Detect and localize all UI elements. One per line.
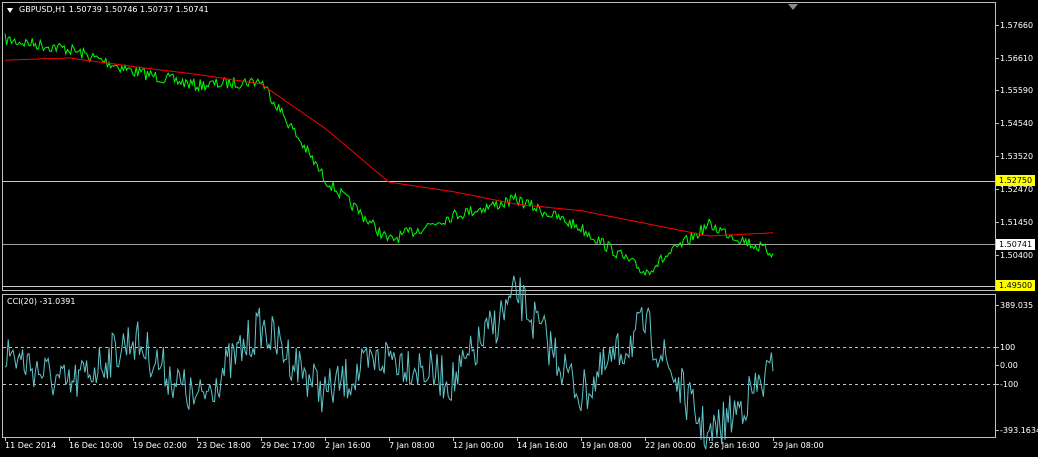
time-axis-label: 19 Dec 02:00 — [133, 441, 187, 450]
time-axis-label: 22 Jan 00:00 — [645, 441, 696, 450]
time-axis-label: 29 Jan 08:00 — [773, 441, 824, 450]
chart-menu-arrow-icon[interactable] — [7, 8, 13, 13]
price-axis-label: 1.57660 — [1000, 21, 1034, 30]
time-axis-label: 2 Jan 16:00 — [325, 441, 371, 450]
indicator-chart-area[interactable] — [2, 294, 996, 438]
price-axis-label: 1.55590 — [1000, 86, 1034, 95]
time-axis-label: 12 Jan 00:00 — [453, 441, 504, 450]
chart-window[interactable] — [0, 0, 1038, 457]
time-axis-label: 29 Dec 17:00 — [261, 441, 315, 450]
chart-title: GBPUSD,H1 1.50739 1.50746 1.50737 1.5074… — [19, 5, 209, 14]
time-axis-label: 19 Jan 08:00 — [581, 441, 632, 450]
price-axis-label: 1.54540 — [1000, 119, 1034, 128]
indicator-axis-label: -100 — [1000, 380, 1019, 389]
indicator-axis-label: 389.035 — [1000, 301, 1034, 310]
time-axis-label: 7 Jan 08:00 — [389, 441, 435, 450]
indicator-axis-label: 0.00 — [1000, 361, 1018, 370]
indicator-axis-label: -393.1634 — [1000, 426, 1038, 435]
chart-shift-marker-icon[interactable] — [788, 4, 798, 10]
price-axis-label: 1.56610 — [1000, 54, 1034, 63]
current-price-label: 1.50741 — [996, 239, 1036, 250]
indicator-axis-label: 100 — [1000, 343, 1016, 352]
time-axis-label: 23 Dec 18:00 — [197, 441, 251, 450]
upper-level-label: 1.52750 — [996, 175, 1036, 186]
main-chart-area[interactable] — [2, 2, 996, 291]
price-axis-label: 1.53520 — [1000, 152, 1034, 161]
time-axis-label: 11 Dec 2014 — [5, 441, 57, 450]
time-axis-label: 16 Dec 10:00 — [69, 441, 123, 450]
price-axis-label: 1.52470 — [1000, 185, 1034, 194]
indicator-title: CCI(20) -31.0391 — [7, 297, 76, 306]
price-axis-label: 1.50400 — [1000, 251, 1034, 260]
time-axis-label: 26 Jan 16:00 — [709, 441, 760, 450]
price-axis-label: 1.51450 — [1000, 218, 1034, 227]
time-axis-label: 14 Jan 16:00 — [517, 441, 568, 450]
lower-level-label: 1.49500 — [996, 280, 1036, 291]
